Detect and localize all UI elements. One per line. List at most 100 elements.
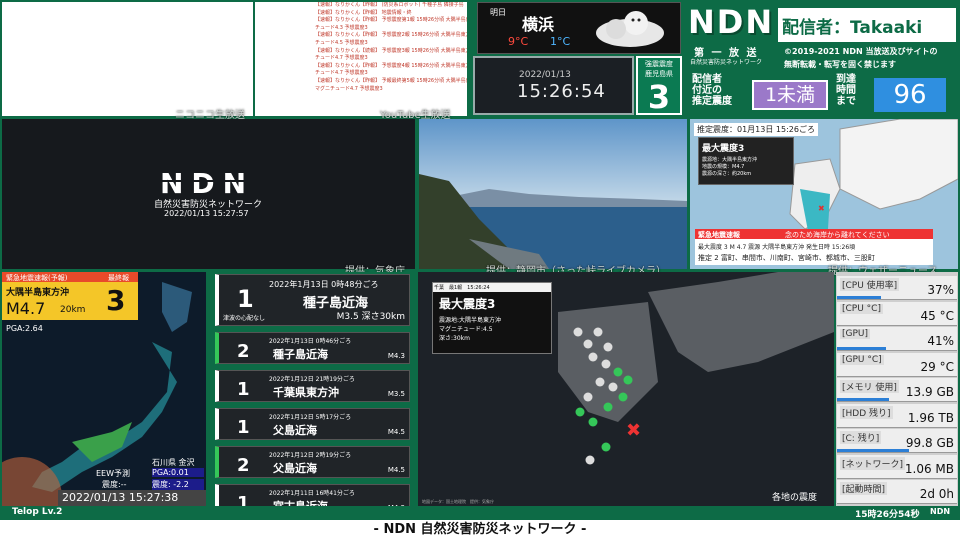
eqmap1-info: 最大震度3 震源地：大隅半島東方沖 地震の規模：M4.7 震源の深さ：約20km (698, 137, 794, 185)
sys-stat-label: [GPU] (840, 329, 871, 339)
kyoshin-shindo: 3 (106, 284, 126, 317)
system-stats-panel: [CPU 使用率] 37% [CPU °C] 45 °C [GPU] 41% [GPU °C… (836, 272, 958, 506)
intensity-marker (623, 375, 633, 385)
eq-list-item[interactable]: 2022年1月11日 16時41分ごろ1宮古島近海M4.3 (215, 484, 410, 506)
chat-line: チュード4.7 予想震度3 (315, 55, 368, 62)
eew-banner: 緊急地震速報 念のため海岸から離れてください 最大震度 3 M 4.7 震源 大… (695, 229, 933, 265)
sys-stat-label: [GPU °C] (840, 354, 884, 365)
intensity-marker (588, 417, 598, 427)
intensity-marker (585, 455, 595, 465)
kyoshin-info: 大隅半島東方沖 M4.7 20km 3 (2, 282, 138, 320)
eq-list-item[interactable]: 2022年1月12日 2時19分ごろ 2 父島近海 M4.5 (215, 446, 410, 478)
eq-place: 宮古島近海 (273, 498, 328, 506)
sys-stat-row: [メモリ 使用] 13.9 GB (837, 378, 957, 402)
sys-stat-row: [CPU °C] 45 °C (837, 301, 957, 326)
clock-panel: 2022/01/13 15:26:54 (473, 56, 634, 115)
eq-time: 2022年1月12日 21時19分ごろ (269, 376, 355, 383)
sys-stat-bar (837, 398, 889, 401)
sys-stat-value: 41% (927, 334, 954, 348)
earthquake-history-list: 2022年1月13日 0時48分ごろ 1 種子島近海 M3.5 深さ30km 津波の心配… (210, 272, 414, 506)
estimate-value: 1未満 (752, 80, 828, 110)
kyoshin-monitor-panel: 緊急地震速報(予報) 最終報 大隅半島東方沖 M4.7 20km 3 PGA:2… (2, 272, 206, 506)
clock-date: 2022/01/13 (519, 70, 571, 80)
eqmap2-info: 千葉 最1報 15:26:24 最大震度3 震源地:大隅半島東方沖 マグニチュー… (432, 282, 552, 354)
chat-line: 【速報】なりかくん【昨報】 予想震度第1報 15時26分頃 大隅半島東方沖 深さ… (315, 17, 467, 24)
sys-stat-value: 1.06 MB (904, 461, 954, 476)
intensity-marker (601, 359, 611, 369)
eew-message: 念のため海岸から離れてください (785, 231, 890, 239)
arrival-countdown: 96 (874, 78, 946, 112)
eq-magnitude: M4.5 (387, 466, 405, 474)
eq-magnitude: M3.5 (387, 390, 405, 398)
chat-line: 【速報】なりかくん【昨報】 (防災系ロボット) 千種子島 隣接子島 (315, 2, 464, 8)
eqmap2-top: 千葉 最1報 15:26:24 (433, 283, 551, 292)
eq-estimate-map-panel: ✖ 推定震度：01月13日 15:26ごろ 最大震度3 震源地：大隅半島東方沖 … (690, 119, 958, 269)
sys-stat-label: [HDD 残り] (840, 405, 893, 419)
shindo-small-panel: 強震震度 鹿児島県 3 (636, 56, 682, 115)
chat-line: 【速報】なりかくん【昨報】 予想震度2報 15時26分頃 大隅半島東方沖 深さ2… (315, 32, 467, 39)
sys-stat-row: [C: 残り] 99.8 GB (837, 429, 957, 453)
footer-text: - NDN 自然災害防災ネットワーク - (373, 522, 587, 537)
eew-title: 緊急地震速報 (698, 231, 740, 239)
eq-shindo: 2 (237, 341, 250, 362)
weather-high: 9°C (508, 35, 529, 48)
intensity-marker (573, 327, 583, 337)
eq-place: 千葉県東方沖 (273, 386, 339, 399)
kakuchi-caption: 各地の震度 (772, 493, 818, 503)
status-logo: NDN (930, 507, 951, 516)
status-clock: 15時26分54秒 (855, 510, 920, 520)
chat-line: チュード4.5 予想震度3 (315, 39, 368, 46)
intensity-marker (583, 392, 593, 402)
sys-stat-label: [CPU °C] (840, 303, 883, 314)
arrival-label: 到達 時間 まで (836, 74, 856, 107)
eq-shindo: 1 (237, 379, 250, 400)
kyoshin-station: 石川県 金沢 (152, 458, 195, 467)
intensity-marker (603, 402, 613, 412)
footer-ticker: - NDN 自然災害防災ネットワーク - (0, 520, 960, 540)
eqmap2-max: 最大震度3 (439, 297, 496, 311)
sys-stat-label: [CPU 使用率] (840, 278, 900, 291)
eqmap2-credit: 地図データ：国土地理院 提供：気象庁 (422, 499, 494, 504)
eq-time: 2022年1月13日 0時46分ごろ (269, 338, 352, 345)
eq-place: 父島近海 (273, 424, 317, 437)
sys-stat-row: [GPU °C] 29 °C (837, 352, 957, 377)
sys-stat-row: [起動時間] 2d 0h (837, 480, 957, 504)
eq-tsunami-note: 津波の心配なし (223, 315, 266, 322)
sys-stat-value: 1.96 TB (907, 410, 954, 425)
sys-stat-row: [GPU] 41% (837, 327, 957, 351)
intensity-marker (603, 342, 613, 352)
intensity-marker (583, 339, 593, 349)
sys-stat-row: [HDD 残り] 1.96 TB (837, 403, 957, 428)
eq-time: 2022年1月12日 5時17分ごろ (269, 414, 352, 421)
kyoshin-shindo2: 震度: -2.2 (152, 479, 204, 490)
eq-list-item[interactable]: 2022年1月13日 0時46分ごろ 2 種子島近海 M4.3 (215, 332, 410, 364)
sys-stat-bar (837, 296, 882, 299)
sys-stat-label: [起動時間] (840, 482, 888, 495)
sys-stat-bar (837, 449, 909, 452)
svg-text:✖: ✖ (626, 420, 641, 441)
weather-city: 横浜 (522, 15, 555, 34)
sys-stat-label: [ネットワーク] (840, 456, 906, 470)
bignews-datetime: 2022/01/13 15:27:57 (164, 209, 249, 218)
intensity-marker (595, 377, 605, 387)
kyoshin-datetime: 2022/01/13 15:27:38 (58, 490, 206, 506)
ndn-title-panel: NDN 自然災害防災ネットワーク 2022/01/13 15:27:57 (2, 119, 415, 269)
copyright-line1: ©2019-2021 NDN 当放送及びサイトの (784, 47, 938, 56)
coastline-camera-image (419, 119, 687, 269)
kyoshin-eew-shindo: 震度:-- (102, 480, 127, 489)
eq-list-item[interactable]: 2022年1月12日 21時19分ごろ 1 千葉県東方沖 M3.5 (215, 370, 410, 402)
niconico-chat-panel (2, 2, 253, 116)
eq-magnitude: M3.5 深さ30km (336, 312, 405, 322)
status-bar: Telop Lv.2 15時26分54秒 NDN (0, 506, 960, 520)
shindo-small-label1: 強震震度 (645, 60, 673, 68)
kyoshin-magnitude: M4.7 (6, 299, 46, 318)
intensity-marker (608, 382, 618, 392)
sys-stat-row: [CPU 使用率] 37% (837, 276, 957, 300)
sys-stat-value: 45 °C (920, 308, 954, 323)
eq-list-item[interactable]: 2022年1月13日 0時48分ごろ 1 種子島近海 M3.5 深さ30km 津波の心配… (215, 274, 410, 326)
eq-list-item[interactable]: 2022年1月12日 5時17分ごろ 1 父島近海 M4.5 (215, 408, 410, 440)
eq-magnitude: M4.3 (387, 352, 405, 360)
eew-row: 最大震度 3 M 4.7 震源 大隅半島東方沖 発生日時 15:26頃 (698, 244, 856, 251)
eq-shindo: 1 (237, 417, 250, 438)
chat-log-2: 【速報】なりかくん【昨報】 (防災系ロボット) 千種子島 隣接子島 【速報】なりか… (255, 2, 467, 93)
